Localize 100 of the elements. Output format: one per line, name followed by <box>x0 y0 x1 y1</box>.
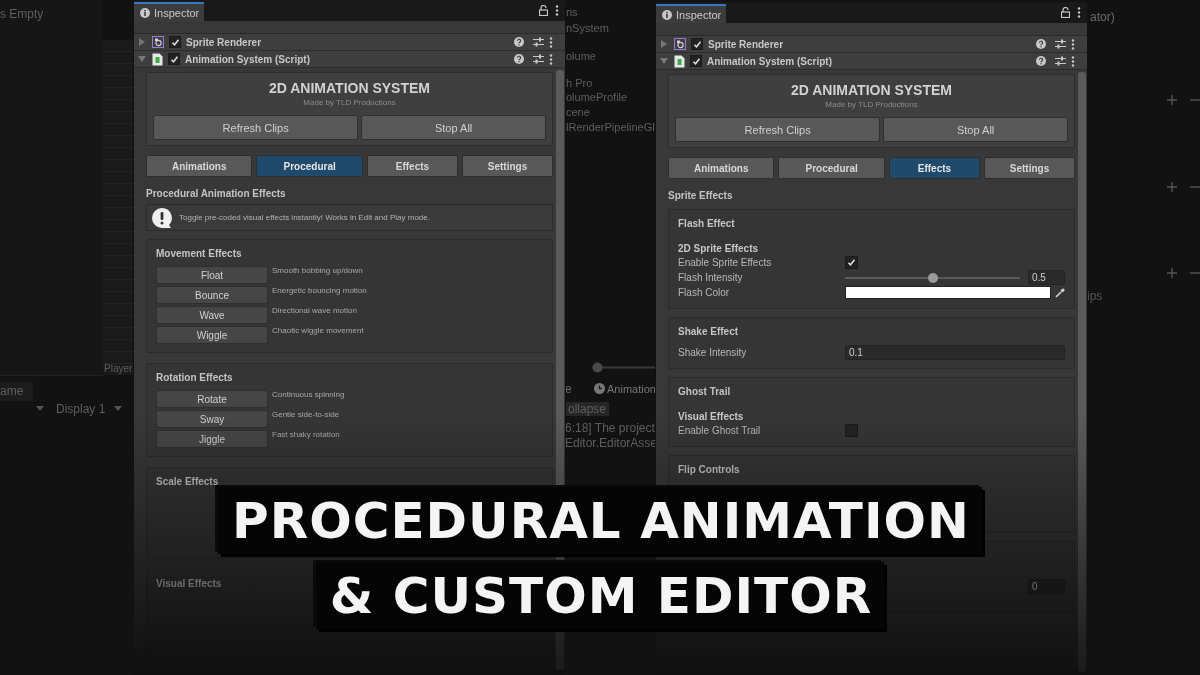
display-dropdown[interactable]: Display 1 <box>56 402 106 416</box>
help-icon[interactable] <box>514 54 524 64</box>
project-item[interactable]: cene <box>566 106 590 118</box>
project-item[interactable]: ns <box>566 6 578 18</box>
info-icon <box>140 7 150 18</box>
script-icon <box>152 52 163 66</box>
console-message: 6:18] The project <box>565 421 655 435</box>
action-button[interactable]: Stop All <box>883 117 1068 142</box>
tab[interactable]: Procedural <box>778 157 885 179</box>
group-title: Flash Effect <box>678 218 736 230</box>
sprite-renderer-icon <box>152 36 164 48</box>
more-options-icon[interactable] <box>555 5 559 16</box>
header-subtitle: Made by TLD Productions <box>825 100 918 109</box>
effect-button[interactable]: Bounce <box>156 286 268 304</box>
game-tab[interactable]: ame <box>0 382 34 401</box>
project-item[interactable]: olumeProfile <box>566 91 628 103</box>
collapse-arrow-icon[interactable] <box>660 57 668 65</box>
more-options-icon[interactable] <box>1071 38 1075 50</box>
component-field-label: ator) <box>1090 10 1115 24</box>
slider-thumb[interactable] <box>592 362 603 373</box>
group-title: Rotation Effects <box>156 372 234 384</box>
checkbox[interactable] <box>845 256 858 269</box>
tab[interactable]: Settings <box>983 157 1075 179</box>
title-text: PROCEDURAL ANIMATION <box>218 487 982 554</box>
number-field[interactable]: 0.1 <box>845 345 1065 360</box>
group-title: Scale Effects <box>156 476 220 488</box>
inspector-tab[interactable]: Inspector <box>656 4 726 23</box>
number-field[interactable]: 0.5 <box>1028 270 1065 285</box>
more-options-icon[interactable] <box>549 36 553 48</box>
help-icon[interactable] <box>1036 56 1046 66</box>
more-options-icon[interactable] <box>1077 7 1081 18</box>
list-header: ips <box>1087 289 1103 303</box>
action-button[interactable]: Stop All <box>361 115 546 140</box>
field-label: Shake Intensity <box>678 347 748 358</box>
tab[interactable]: Procedural <box>256 155 363 177</box>
field-label: Enable Sprite Effects <box>678 257 773 268</box>
sliders-icon[interactable] <box>533 37 544 47</box>
scene-label: Player <box>104 363 133 374</box>
tab[interactable]: Settings <box>461 155 553 177</box>
scrollbar[interactable] <box>1078 72 1086 672</box>
checkbox[interactable] <box>845 424 858 437</box>
component-name: Animation System (Script) <box>185 53 311 65</box>
sliders-icon[interactable] <box>1055 39 1066 49</box>
effect-description: Chaotic wiggle movement <box>272 326 364 337</box>
effect-button[interactable]: Float <box>156 266 268 284</box>
effect-description: Continuous spinning <box>272 390 345 401</box>
more-options-icon[interactable] <box>549 53 553 65</box>
action-button[interactable]: Refresh Clips <box>153 115 359 140</box>
expand-arrow-icon[interactable] <box>660 40 668 48</box>
project-item[interactable]: h Pro <box>566 77 593 89</box>
checkbox[interactable] <box>691 38 703 50</box>
sliders-icon[interactable] <box>533 54 544 64</box>
section-title: Sprite Effects <box>668 190 734 201</box>
help-icon[interactable] <box>1036 39 1046 49</box>
info-icon <box>662 9 672 20</box>
slider-thumb[interactable] <box>927 272 938 283</box>
group-title: Flip Controls <box>678 464 741 476</box>
effect-button[interactable]: Rotate <box>156 390 268 408</box>
effect-description: Smooth bobbing up/down <box>272 266 363 277</box>
header-title: 2D ANIMATION SYSTEM <box>269 80 430 96</box>
title-text: & CUSTOM EDITOR <box>315 562 885 629</box>
more-options-icon[interactable] <box>1071 55 1075 67</box>
component-name: Sprite Renderer <box>186 36 262 48</box>
clock-icon <box>594 383 605 394</box>
effect-description: Energetic bouncing motion <box>272 286 367 297</box>
section-title: Procedural Animation Effects <box>146 188 287 199</box>
effect-button[interactable]: Wave <box>156 306 268 324</box>
project-item[interactable]: olume <box>566 50 596 62</box>
action-button[interactable]: Refresh Clips <box>675 117 881 142</box>
header-subtitle: Made by TLD Productions <box>303 98 396 107</box>
effect-button[interactable]: Jiggle <box>156 430 268 448</box>
help-icon[interactable] <box>514 37 524 47</box>
tab[interactable]: Animations <box>146 155 253 177</box>
eyedropper-icon[interactable] <box>1055 287 1065 298</box>
field-label: Enable Ghost Trail <box>678 425 762 436</box>
project-item[interactable]: nSystem <box>566 22 609 34</box>
lock-icon[interactable] <box>539 5 548 16</box>
checkbox[interactable] <box>168 53 180 65</box>
tab[interactable]: Effects <box>366 155 458 177</box>
group-title: Visual Effects <box>156 578 223 590</box>
tab[interactable]: Animations <box>668 157 775 179</box>
project-item[interactable]: lRenderPipelineGl <box>566 121 655 133</box>
subheading: 2D Sprite Effects <box>678 243 760 255</box>
zoom-slider[interactable] <box>592 362 655 373</box>
lock-icon[interactable] <box>1061 7 1070 18</box>
tab[interactable]: Effects <box>888 157 980 179</box>
effect-button[interactable]: Sway <box>156 410 268 428</box>
field-label: Flash Color <box>678 287 731 298</box>
sliders-icon[interactable] <box>1055 56 1066 66</box>
expand-arrow-icon[interactable] <box>138 38 146 46</box>
number-field[interactable]: 0 <box>1028 579 1065 594</box>
effect-button[interactable]: Wiggle <box>156 326 268 344</box>
checkbox[interactable] <box>690 55 702 67</box>
color-field[interactable] <box>845 286 1051 299</box>
console-tab[interactable]: e <box>565 382 572 396</box>
animation-tab[interactable]: Animation <box>607 383 656 395</box>
checkbox[interactable] <box>169 36 181 48</box>
collapse-arrow-icon[interactable] <box>138 55 146 63</box>
checkmark-icon <box>847 258 856 267</box>
inspector-tab[interactable]: Inspector <box>134 2 204 21</box>
